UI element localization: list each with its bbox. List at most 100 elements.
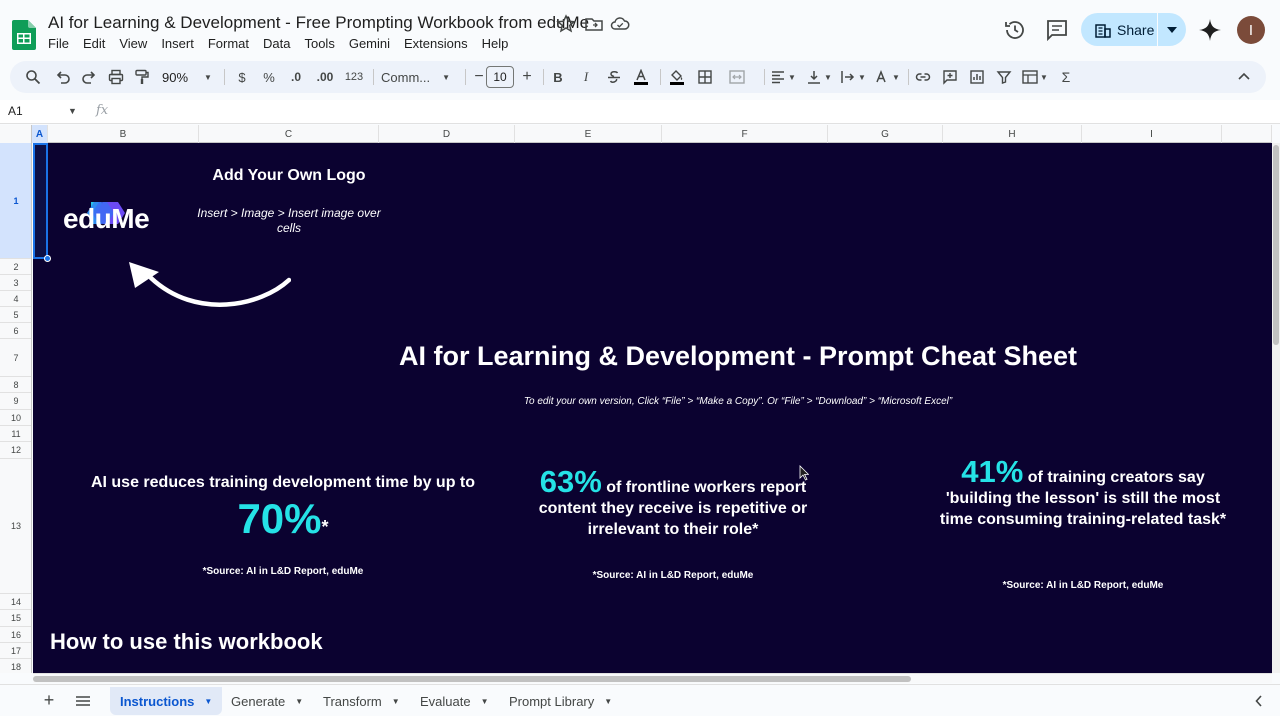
row-header-10[interactable]: 10 xyxy=(0,410,31,426)
comments-icon[interactable] xyxy=(1044,17,1070,43)
merge-cells-icon[interactable] xyxy=(722,61,752,93)
cell-selection-a1[interactable] xyxy=(33,143,48,259)
menu-help[interactable]: Help xyxy=(482,36,516,51)
row-header-15[interactable]: 15 xyxy=(0,610,31,627)
menu-gemini[interactable]: Gemini xyxy=(349,36,397,51)
tab-prompt-library[interactable]: Prompt Library ▼ xyxy=(499,687,622,715)
zoom-select[interactable]: 90% ▼ xyxy=(162,61,214,93)
name-box[interactable]: A1 xyxy=(8,104,23,118)
currency-format-button[interactable]: $ xyxy=(232,61,252,93)
text-color-icon[interactable] xyxy=(630,61,652,93)
sheet-canvas[interactable]: eduMe Add Your Own Logo Insert > Image >… xyxy=(33,143,1272,673)
row-header-1[interactable]: 1 xyxy=(0,143,31,259)
row-header-18[interactable]: 18 xyxy=(0,659,31,673)
column-header-c[interactable]: C xyxy=(199,125,379,143)
user-avatar[interactable]: I xyxy=(1237,16,1265,44)
row-header-12[interactable]: 12 xyxy=(0,442,31,459)
row-header-2[interactable]: 2 xyxy=(0,259,31,275)
text-wrapping-icon[interactable]: ▼ xyxy=(838,61,868,93)
fill-color-icon[interactable] xyxy=(666,61,688,93)
caret-down-icon[interactable]: ▼ xyxy=(392,697,400,706)
add-sheet-icon[interactable]: + xyxy=(34,685,64,716)
row-header-17[interactable]: 17 xyxy=(0,643,31,659)
cloud-saved-icon[interactable] xyxy=(610,14,630,34)
insert-comment-icon[interactable] xyxy=(939,61,961,93)
search-menus-icon[interactable] xyxy=(22,61,44,93)
horizontal-align-icon[interactable]: ▼ xyxy=(768,61,798,93)
star-icon[interactable] xyxy=(556,14,576,34)
paint-format-icon[interactable] xyxy=(131,61,153,93)
number-format-button[interactable]: 123 xyxy=(341,61,367,93)
column-header-g[interactable]: G xyxy=(828,125,943,143)
row-header-9[interactable]: 9 xyxy=(0,393,31,410)
select-all-corner[interactable] xyxy=(0,125,32,143)
redo-icon[interactable] xyxy=(78,61,100,93)
tab-instructions[interactable]: Instructions ▼ xyxy=(110,687,223,715)
column-header-h[interactable]: H xyxy=(943,125,1082,143)
column-header-b[interactable]: B xyxy=(48,125,199,143)
percent-format-button[interactable]: % xyxy=(259,61,279,93)
increase-font-size-button[interactable]: + xyxy=(518,61,536,93)
menu-format[interactable]: Format xyxy=(208,36,256,51)
row-header-11[interactable]: 11 xyxy=(0,426,31,442)
row-header-3[interactable]: 3 xyxy=(0,275,31,291)
decrease-decimal-button[interactable]: .0 xyxy=(284,61,308,93)
scroll-tabs-left-icon[interactable] xyxy=(1244,685,1274,716)
caret-down-icon[interactable]: ▼ xyxy=(604,697,612,706)
text-rotation-icon[interactable]: ▼ xyxy=(872,61,902,93)
column-header-i[interactable]: I xyxy=(1082,125,1222,143)
menu-file[interactable]: File xyxy=(48,36,76,51)
borders-icon[interactable] xyxy=(694,61,716,93)
menu-edit[interactable]: Edit xyxy=(83,36,112,51)
increase-decimal-button[interactable]: .00 xyxy=(312,61,338,93)
font-size-input[interactable]: 10 xyxy=(486,66,514,88)
vertical-scrollbar[interactable] xyxy=(1272,143,1280,673)
menu-view[interactable]: View xyxy=(119,36,154,51)
document-title[interactable]: AI for Learning & Development - Free Pro… xyxy=(48,13,589,33)
insert-link-icon[interactable] xyxy=(912,61,934,93)
vertical-scroll-thumb[interactable] xyxy=(1273,145,1279,345)
italic-button[interactable]: I xyxy=(576,61,596,93)
caret-down-icon[interactable]: ▼ xyxy=(295,697,303,706)
functions-button[interactable]: Σ xyxy=(1056,61,1076,93)
insert-chart-icon[interactable] xyxy=(966,61,988,93)
tab-transform[interactable]: Transform ▼ xyxy=(313,687,410,715)
share-button[interactable]: Share xyxy=(1081,13,1157,46)
row-header-8[interactable]: 8 xyxy=(0,377,31,393)
column-header-d[interactable]: D xyxy=(379,125,515,143)
row-header-4[interactable]: 4 xyxy=(0,291,31,307)
filter-views-icon[interactable]: ▼ xyxy=(1018,61,1052,93)
caret-down-icon[interactable]: ▼ xyxy=(204,697,212,706)
column-header-next[interactable] xyxy=(1222,125,1272,143)
move-folder-icon[interactable] xyxy=(584,14,604,34)
caret-down-icon[interactable]: ▼ xyxy=(481,697,489,706)
row-header-5[interactable]: 5 xyxy=(0,307,31,323)
column-header-f[interactable]: F xyxy=(662,125,828,143)
horizontal-scrollbar[interactable] xyxy=(33,673,1272,683)
font-family-select[interactable]: Comm... ▼ xyxy=(381,61,459,93)
bold-button[interactable]: B xyxy=(548,61,568,93)
row-header-7[interactable]: 7 xyxy=(0,339,31,377)
strikethrough-icon[interactable] xyxy=(603,61,625,93)
print-icon[interactable] xyxy=(105,61,127,93)
menu-data[interactable]: Data xyxy=(263,36,297,51)
column-header-e[interactable]: E xyxy=(515,125,662,143)
row-header-14[interactable]: 14 xyxy=(0,594,31,610)
sheets-logo-icon[interactable] xyxy=(12,20,36,50)
row-header-16[interactable]: 16 xyxy=(0,627,31,643)
menu-tools[interactable]: Tools xyxy=(304,36,341,51)
row-header-13[interactable]: 13 xyxy=(0,459,31,594)
column-header-a[interactable]: A xyxy=(32,125,48,143)
menu-insert[interactable]: Insert xyxy=(161,36,201,51)
menu-extensions[interactable]: Extensions xyxy=(404,36,475,51)
collapse-toolbar-icon[interactable] xyxy=(1234,61,1254,93)
share-dropdown-button[interactable] xyxy=(1158,13,1186,46)
tab-evaluate[interactable]: Evaluate ▼ xyxy=(410,687,499,715)
fill-handle[interactable] xyxy=(44,255,51,262)
vertical-align-icon[interactable]: ▼ xyxy=(804,61,834,93)
tab-generate[interactable]: Generate ▼ xyxy=(221,687,313,715)
horizontal-scroll-thumb[interactable] xyxy=(33,676,911,682)
gemini-sparkle-icon[interactable] xyxy=(1197,17,1223,43)
version-history-icon[interactable] xyxy=(1002,17,1028,43)
row-header-6[interactable]: 6 xyxy=(0,323,31,339)
